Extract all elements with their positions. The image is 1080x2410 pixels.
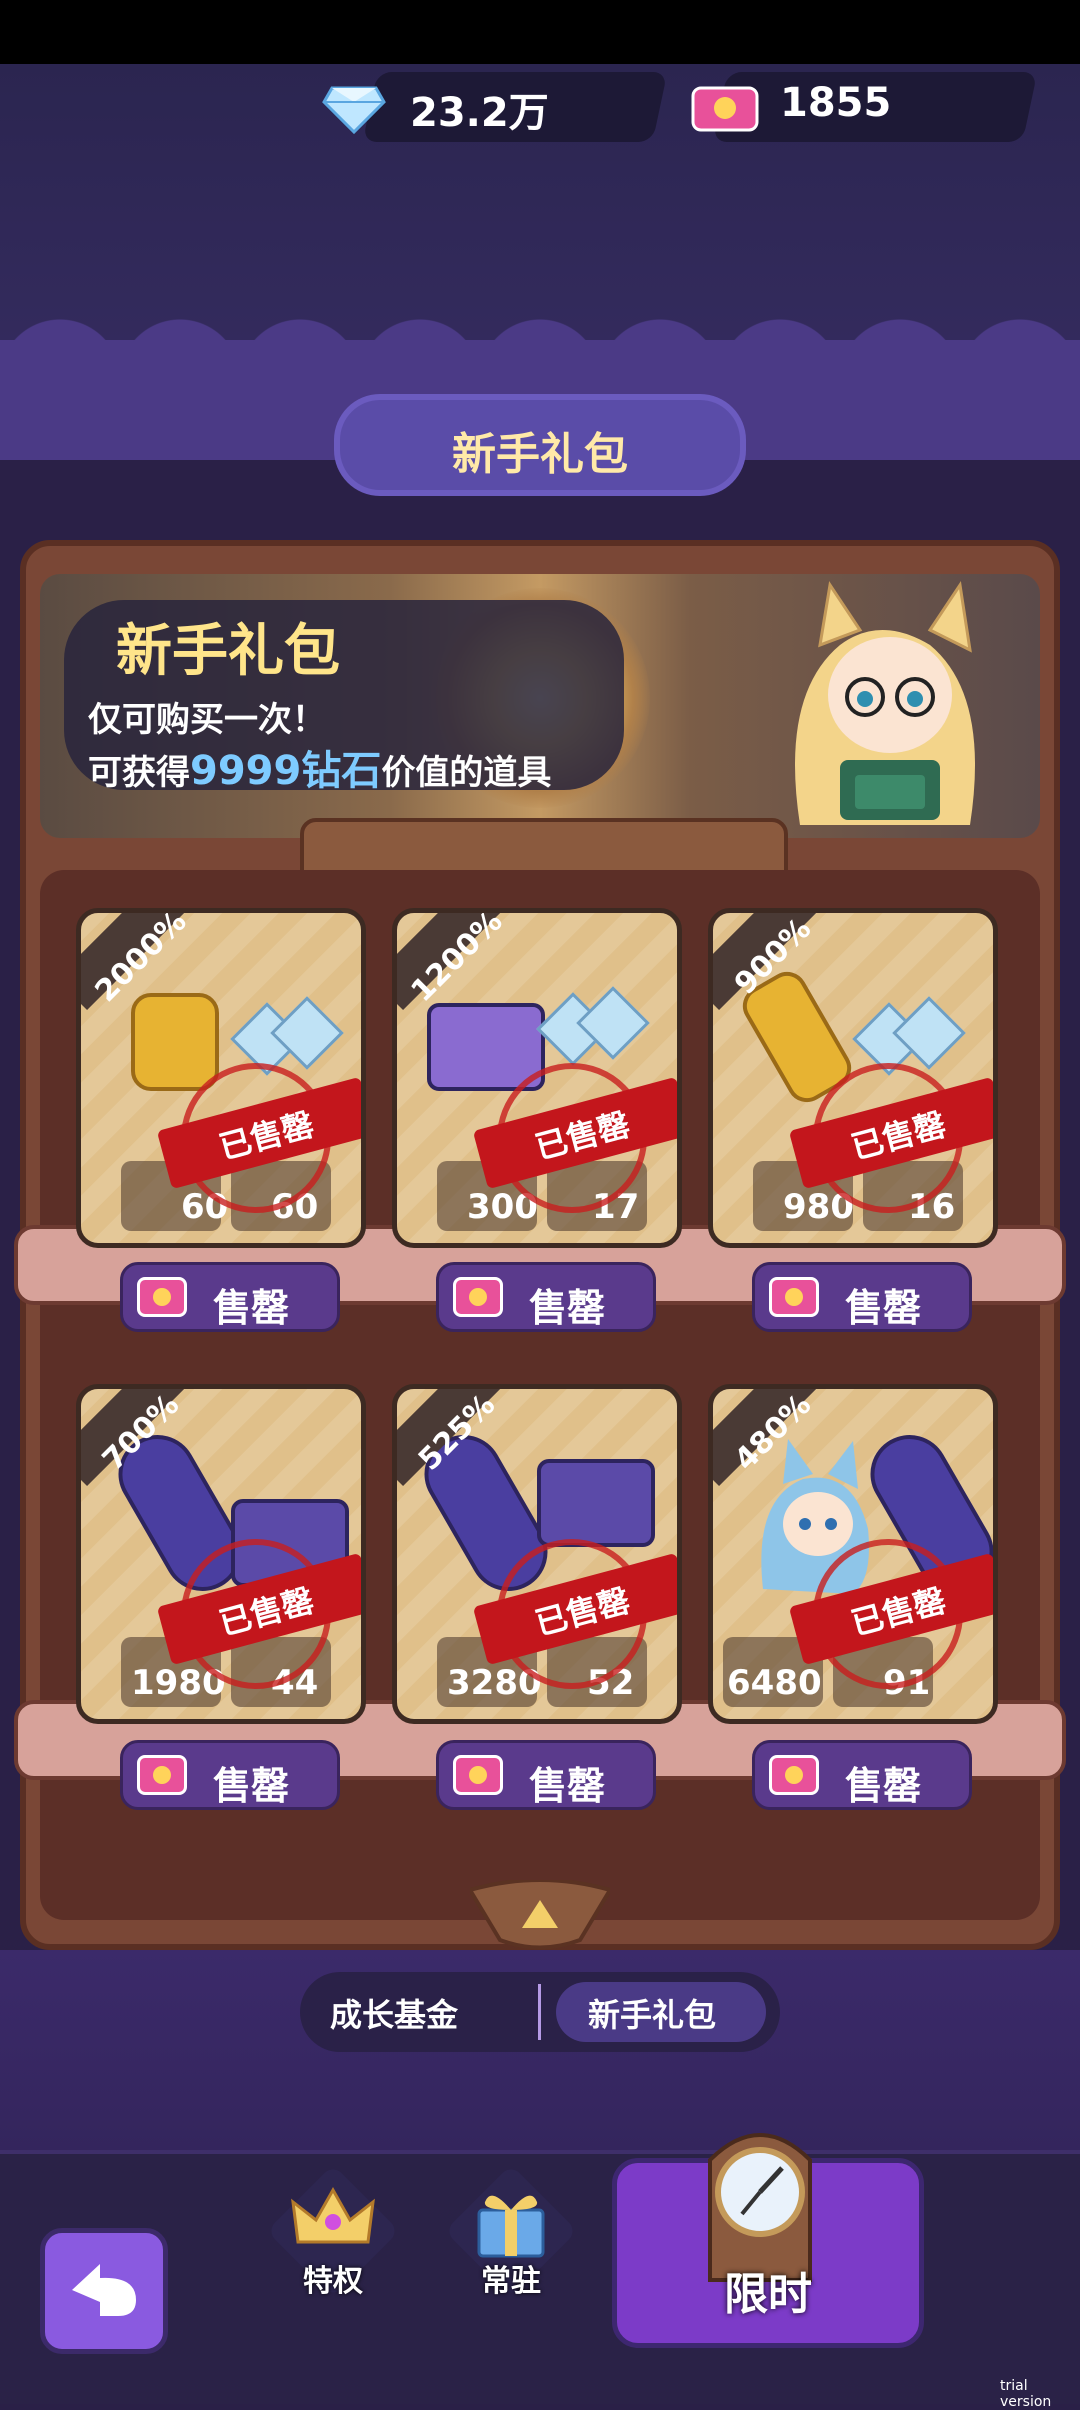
price-label: 售罄 [213, 1764, 290, 1808]
watermark: trial version [1000, 2378, 1052, 2410]
price-label: 售罄 [845, 1764, 922, 1808]
ticket-icon [691, 86, 759, 132]
diamond-icon [322, 86, 386, 134]
treasure-chest-icon [537, 1459, 655, 1547]
banner-desc-prefix: 可获得 [88, 753, 190, 793]
nav-permanent[interactable]: 常驻 [444, 2164, 578, 2300]
ticket-icon [453, 1755, 503, 1795]
page-title: 新手礼包 [452, 429, 628, 480]
price-label: 售罄 [529, 1286, 606, 1330]
item-card-1[interactable]: 2000% 60 60 已售罄 [76, 908, 366, 1248]
ticket-amount: 1855 [780, 80, 892, 126]
price-button-5[interactable]: 售罄 [436, 1740, 656, 1810]
banner-subtitle: 仅可购买一次！ [88, 700, 326, 740]
catgirl-character-icon [795, 580, 975, 825]
diamond-pile-icon [536, 986, 650, 1066]
ticket-icon [769, 1755, 819, 1795]
back-arrow-icon [72, 2264, 136, 2316]
ticket-icon [453, 1277, 503, 1317]
status-bar [0, 0, 1080, 64]
gold-coin-icon [131, 993, 219, 1091]
nav-permanent-label: 常驻 [481, 2264, 541, 2299]
ticket-icon [769, 1277, 819, 1317]
banner-desc-suffix: 价值的道具 [381, 753, 552, 793]
qty-left: 6480 [727, 1663, 822, 1703]
item-card-2[interactable]: 1200% 300 17 已售罄 [392, 908, 682, 1248]
frame-ornament-icon [470, 1880, 610, 1950]
tab-growth-fund[interactable]: 成长基金 [330, 1990, 458, 2036]
price-button-2[interactable]: 售罄 [436, 1262, 656, 1332]
banner-desc-highlight: 9999钻石 [190, 748, 382, 794]
price-button-4[interactable]: 售罄 [120, 1740, 340, 1810]
ticket-icon [137, 1755, 187, 1795]
price-button-1[interactable]: 售罄 [120, 1262, 340, 1332]
tab-newbie-pack-label: 新手礼包 [588, 1996, 717, 2034]
diamond-pile-icon [852, 996, 966, 1076]
nav-limited-label: 限时 [724, 2269, 812, 2320]
price-label: 售罄 [529, 1764, 606, 1808]
banner-description: 可获得9999钻石价值的道具 [88, 738, 551, 796]
nav-privilege-label: 特权 [303, 2264, 363, 2299]
price-label: 售罄 [845, 1286, 922, 1330]
nav-privilege[interactable]: 特权 [266, 2164, 400, 2300]
item-card-4[interactable]: 700% 1980 44 已售罄 [76, 1384, 366, 1724]
ticket-icon [137, 1277, 187, 1317]
crown-icon [291, 2186, 375, 2244]
item-card-3[interactable]: 900% 980 16 已售罄 [708, 908, 998, 1248]
item-card-5[interactable]: 525% 3280 52 已售罄 [392, 1384, 682, 1724]
price-button-6[interactable]: 售罄 [752, 1740, 972, 1810]
diamond-amount: 23.2万 [410, 90, 549, 136]
tab-divider [538, 1984, 541, 2040]
price-button-3[interactable]: 售罄 [752, 1262, 972, 1332]
gift-box-icon [477, 2195, 545, 2258]
item-card-6[interactable]: 480% 6480 91 已售罄 [708, 1384, 998, 1724]
banner-title: 新手礼包 [116, 619, 340, 684]
price-label: 售罄 [213, 1286, 290, 1330]
